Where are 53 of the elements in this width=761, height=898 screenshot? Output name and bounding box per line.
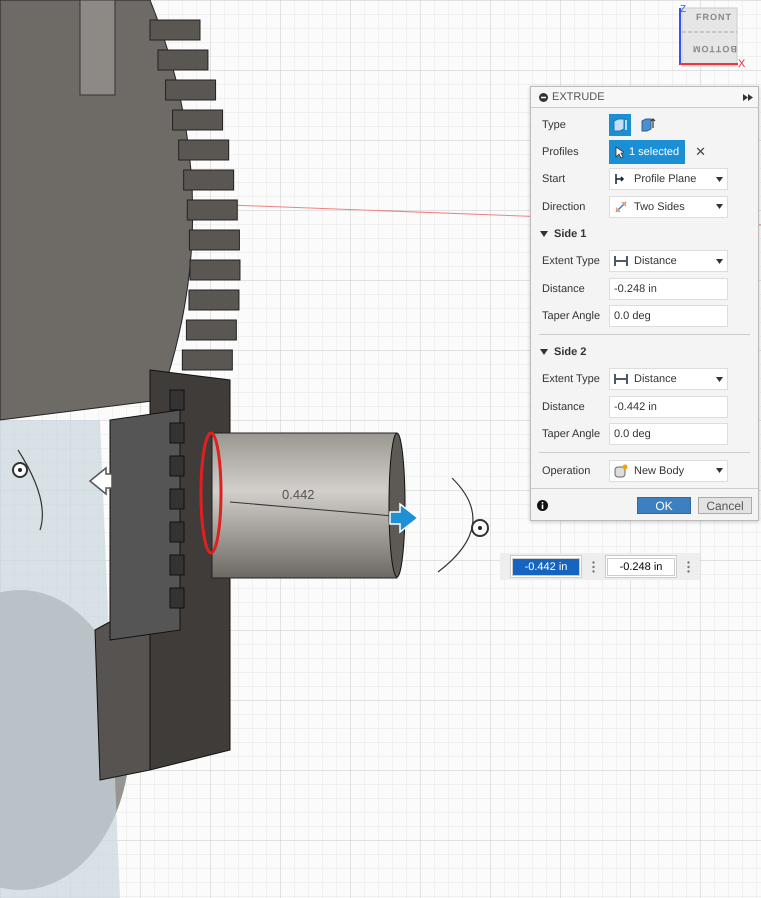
field-label: Distance	[542, 400, 586, 413]
collapse-icon[interactable]	[539, 92, 548, 102]
dimension-icon	[614, 372, 628, 386]
caret-icon	[716, 258, 723, 264]
section-title: Side 1	[554, 228, 586, 240]
distance-input[interactable]: -0.442 in	[512, 558, 580, 576]
caret-icon	[716, 468, 723, 474]
section-title: Side 2	[554, 346, 586, 358]
field-label: Taper Angle	[542, 310, 602, 322]
more-icon[interactable]	[592, 560, 595, 572]
type-option-button[interactable]	[609, 114, 631, 136]
input-field[interactable]: 0.0 deg	[609, 305, 728, 328]
info-icon[interactable]	[537, 500, 548, 512]
dropdown[interactable]: Profile Plane	[609, 168, 728, 190]
selection-button[interactable]: 1 selected	[609, 140, 686, 164]
field-label: Taper Angle	[542, 428, 602, 440]
input-field[interactable]: 0.0 deg	[609, 423, 728, 446]
field-label: Start	[542, 173, 566, 186]
caret-icon	[716, 376, 723, 382]
input-field[interactable]: -0.442 in	[609, 396, 728, 418]
distance-input[interactable]: -0.248 in	[607, 558, 675, 576]
caret-icon	[716, 204, 723, 210]
dropdown[interactable]: Distance	[609, 250, 728, 272]
dropdown[interactable]: Distance	[609, 368, 728, 390]
caret-icon	[716, 176, 723, 182]
dimension-icon	[614, 254, 628, 268]
field-label: Type	[542, 118, 567, 131]
ok-button[interactable]: OK	[637, 497, 691, 514]
field-label: Extent Type	[542, 373, 601, 386]
field-label: Direction	[542, 200, 586, 213]
field-label: Operation	[542, 464, 592, 477]
clear-button[interactable]: ✕	[695, 144, 706, 160]
expand-icon[interactable]	[743, 94, 753, 100]
more-icon[interactable]	[687, 560, 690, 572]
expand-triangle-icon[interactable]	[540, 230, 548, 238]
cancel-button[interactable]: Cancel	[698, 497, 752, 514]
field-label: Profiles	[542, 146, 580, 158]
input-field[interactable]: -0.248 in	[609, 278, 728, 300]
dialog-title: EXTRUDE	[552, 91, 606, 103]
cursor-icon	[615, 146, 624, 159]
dropdown[interactable]: Two Sides	[609, 196, 728, 218]
arrow-icon[interactable]	[88, 466, 113, 496]
angle-handle-icon[interactable]	[471, 519, 489, 537]
extrude-icon	[612, 116, 628, 133]
angle-handle-icon[interactable]	[12, 462, 28, 478]
diagonal-arrow-icon	[614, 200, 628, 214]
dimension-label: 0.442	[282, 487, 315, 502]
field-label: Distance	[542, 282, 586, 295]
expand-triangle-icon[interactable]	[540, 348, 548, 356]
dropdown[interactable]: New Body	[609, 460, 728, 482]
axis-label: X	[738, 58, 746, 70]
extrude-icon	[640, 116, 656, 133]
field-label: Extent Type	[542, 255, 601, 268]
